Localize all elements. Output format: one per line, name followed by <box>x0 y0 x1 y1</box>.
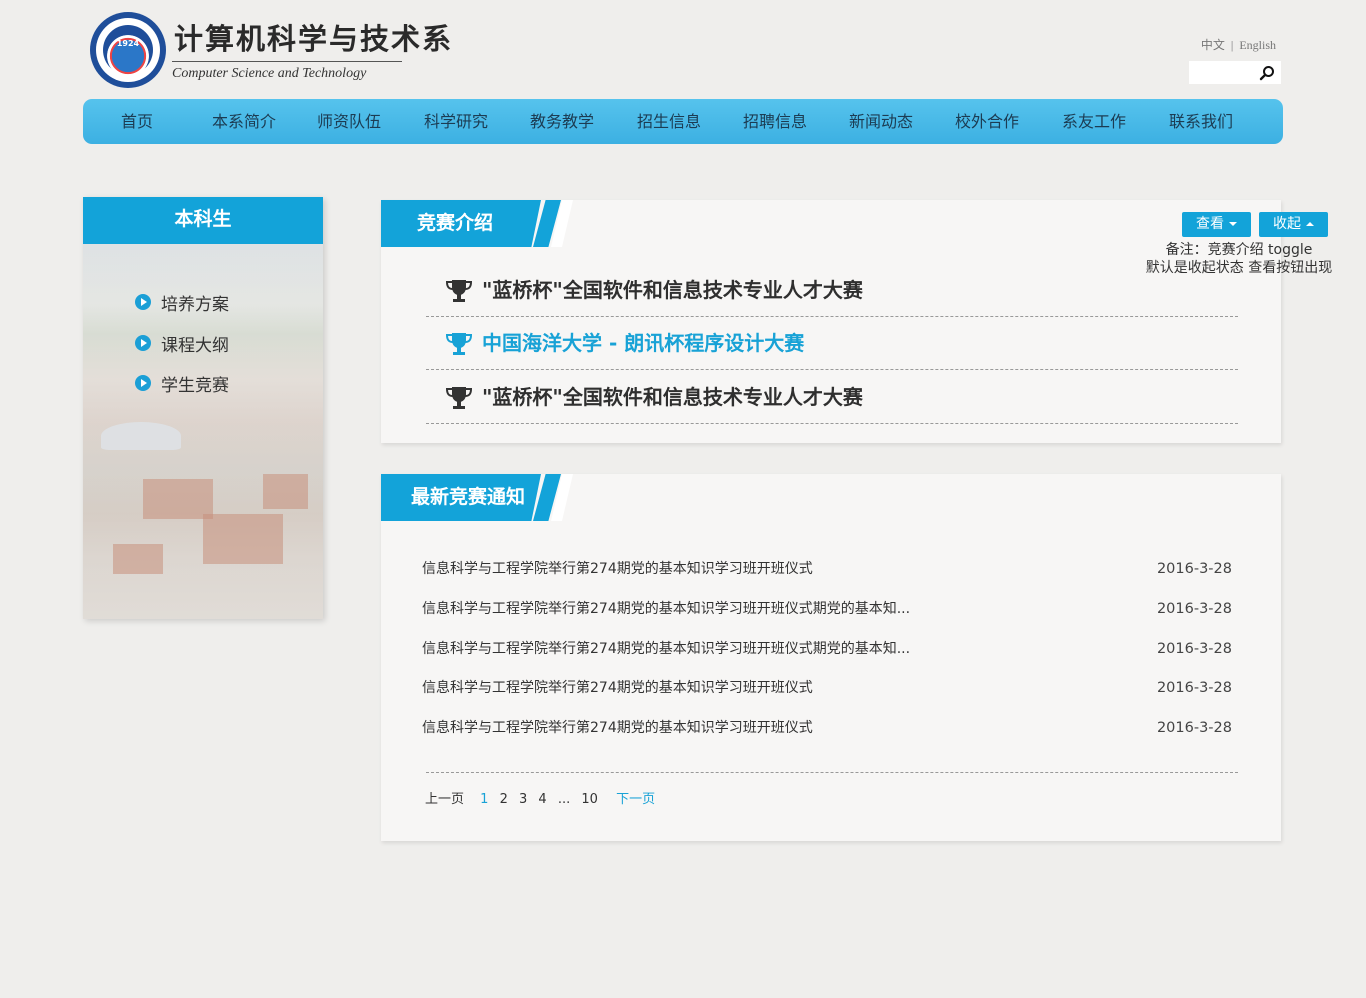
competition-panel-title: 竞赛介绍 <box>417 212 494 234</box>
nav-item-cooperation[interactable]: 校外合作 <box>955 99 1019 144</box>
notice-row[interactable]: 信息科学与工程学院举行第274期党的基本知识学习班开班仪式 2016-3-28 <box>422 668 1234 708</box>
nav-item-admission[interactable]: 招生信息 <box>637 99 701 144</box>
notice-title: 信息科学与工程学院举行第274期党的基本知识学习班开班仪式 <box>422 720 813 736</box>
view-button[interactable]: 查看 <box>1182 212 1251 237</box>
view-button-label: 查看 <box>1196 216 1224 232</box>
toggle-note-line: 备注：竞赛介绍 toggle <box>1165 242 1313 258</box>
university-seal-icon <box>90 12 166 88</box>
competition-item[interactable]: 中国海洋大学 - 朗讯杯程序设计大赛 <box>426 317 1238 370</box>
pager-page-link[interactable]: 2 <box>500 792 508 807</box>
notice-title: 信息科学与工程学院举行第274期党的基本知识学习班开班仪式期党的基本知... <box>422 601 911 617</box>
campus-building <box>143 479 213 519</box>
pager-page-link[interactable]: 3 <box>519 792 527 807</box>
notice-date: 2016-3-28 <box>1156 641 1232 657</box>
competition-panel: 竞赛介绍 "蓝桥杯"全国软件和信息技术专业人才大赛 中国海洋大学 - 朗讯杯程序… <box>381 200 1281 443</box>
campus-building <box>113 544 163 574</box>
campus-dome <box>101 422 181 450</box>
campus-building <box>263 474 308 509</box>
play-circle-icon <box>135 294 151 310</box>
collapse-button[interactable]: 收起 <box>1259 212 1328 237</box>
language-switcher: 中文 | English <box>1201 36 1276 53</box>
site-logo[interactable]: 1924 计算机科学与技术系 Computer Science and Tech… <box>90 10 451 90</box>
notices-panel-title: 最新竞赛通知 <box>411 486 526 508</box>
toggle-note: 备注：竞赛介绍 toggle 默认是收起状态 查看按钮出现 <box>1144 241 1334 277</box>
nav-item-contact[interactable]: 联系我们 <box>1169 99 1233 144</box>
notice-date: 2016-3-28 <box>1156 680 1232 696</box>
toggle-note-line: 默认是收起状态 查看按钮出现 <box>1145 260 1333 276</box>
play-circle-icon <box>135 375 151 391</box>
competition-title: 中国海洋大学 - 朗讯杯程序设计大赛 <box>482 331 805 355</box>
sidebar-item-label: 学生竞赛 <box>161 375 229 396</box>
lang-separator: | <box>1230 38 1234 52</box>
competition-panel-header: 竞赛介绍 <box>381 200 573 247</box>
trophy-icon <box>445 280 473 302</box>
notice-title: 信息科学与工程学院举行第274期党的基本知识学习班开班仪式期党的基本知... <box>422 641 911 657</box>
department-name-cn: 计算机科学与技术系 <box>174 22 454 56</box>
nav-item-faculty[interactable]: 师资队伍 <box>317 99 381 144</box>
seal-year: 1924 <box>116 39 140 48</box>
pager-page-link[interactable]: 10 <box>581 792 598 807</box>
nav-item-alumni[interactable]: 系友工作 <box>1062 99 1126 144</box>
notices-panel-header: 最新竞赛通知 <box>381 474 573 521</box>
sidebar: 本科生 培养方案 课程大纲 学生竞赛 <box>83 197 323 619</box>
nav-item-news[interactable]: 新闻动态 <box>849 99 913 144</box>
nav-item-about[interactable]: 本系简介 <box>212 99 276 144</box>
pager-page-link[interactable]: 4 <box>538 792 546 807</box>
notice-row[interactable]: 信息科学与工程学院举行第274期党的基本知识学习班开班仪式期党的基本知... 2… <box>422 629 1234 669</box>
lang-english-link[interactable]: English <box>1239 38 1276 52</box>
competition-item[interactable]: "蓝桥杯"全国软件和信息技术专业人才大赛 <box>426 371 1238 424</box>
pagination: 上一页 1 2 3 4 ... 10 下一页 <box>425 788 662 807</box>
sidebar-item-syllabus[interactable]: 课程大纲 <box>135 330 229 356</box>
nav-item-research[interactable]: 科学研究 <box>424 99 488 144</box>
pager-ellipsis: ... <box>557 792 571 807</box>
sidebar-item-competitions[interactable]: 学生竞赛 <box>135 370 229 396</box>
trophy-icon <box>445 333 473 355</box>
pager-prev-link[interactable]: 上一页 <box>425 788 464 807</box>
sidebar-item-curriculum-plan[interactable]: 培养方案 <box>135 289 229 315</box>
caret-down-icon <box>1229 222 1237 226</box>
nav-item-teaching[interactable]: 教务教学 <box>530 99 594 144</box>
notice-date: 2016-3-28 <box>1156 561 1232 577</box>
sidebar-title: 本科生 <box>83 197 323 244</box>
collapse-button-label: 收起 <box>1273 216 1301 232</box>
competition-item[interactable]: "蓝桥杯"全国软件和信息技术专业人才大赛 <box>426 264 1238 317</box>
campus-background-image: 培养方案 课程大纲 学生竞赛 <box>83 244 323 619</box>
notice-date: 2016-3-28 <box>1156 720 1232 736</box>
main-nav: 首页 本系简介 师资队伍 科学研究 教务教学 招生信息 招聘信息 新闻动态 校外… <box>83 99 1283 144</box>
lang-chinese-link[interactable]: 中文 <box>1201 38 1225 52</box>
pager-next-link[interactable]: 下一页 <box>616 788 655 807</box>
competition-title: "蓝桥杯"全国软件和信息技术专业人才大赛 <box>482 278 863 302</box>
sidebar-item-label: 课程大纲 <box>161 335 229 356</box>
pager-divider <box>426 772 1238 773</box>
notice-title: 信息科学与工程学院举行第274期党的基本知识学习班开班仪式 <box>422 680 813 696</box>
nav-item-home[interactable]: 首页 <box>121 99 153 144</box>
department-name-en: Computer Science and Technology <box>172 66 367 81</box>
notice-row[interactable]: 信息科学与工程学院举行第274期党的基本知识学习班开班仪式 2016-3-28 <box>422 708 1234 748</box>
notice-title: 信息科学与工程学院举行第274期党的基本知识学习班开班仪式 <box>422 561 813 577</box>
trophy-icon <box>445 387 473 409</box>
campus-building <box>203 514 283 564</box>
play-circle-icon <box>135 335 151 351</box>
search-input[interactable] <box>1189 61 1255 84</box>
notice-row[interactable]: 信息科学与工程学院举行第274期党的基本知识学习班开班仪式 2016-3-28 <box>422 549 1234 589</box>
pager-page-link[interactable]: 1 <box>480 792 488 807</box>
sidebar-item-label: 培养方案 <box>161 294 229 315</box>
notice-row[interactable]: 信息科学与工程学院举行第274期党的基本知识学习班开班仪式期党的基本知... 2… <box>422 589 1234 629</box>
notices-panel: 最新竞赛通知 信息科学与工程学院举行第274期党的基本知识学习班开班仪式 201… <box>381 474 1281 841</box>
nav-item-recruitment[interactable]: 招聘信息 <box>743 99 807 144</box>
search-icon[interactable] <box>1259 65 1275 81</box>
search-box <box>1189 61 1281 84</box>
competition-title: "蓝桥杯"全国软件和信息技术专业人才大赛 <box>482 385 863 409</box>
caret-up-icon <box>1306 222 1314 226</box>
notice-date: 2016-3-28 <box>1156 601 1232 617</box>
logo-divider <box>172 61 402 62</box>
